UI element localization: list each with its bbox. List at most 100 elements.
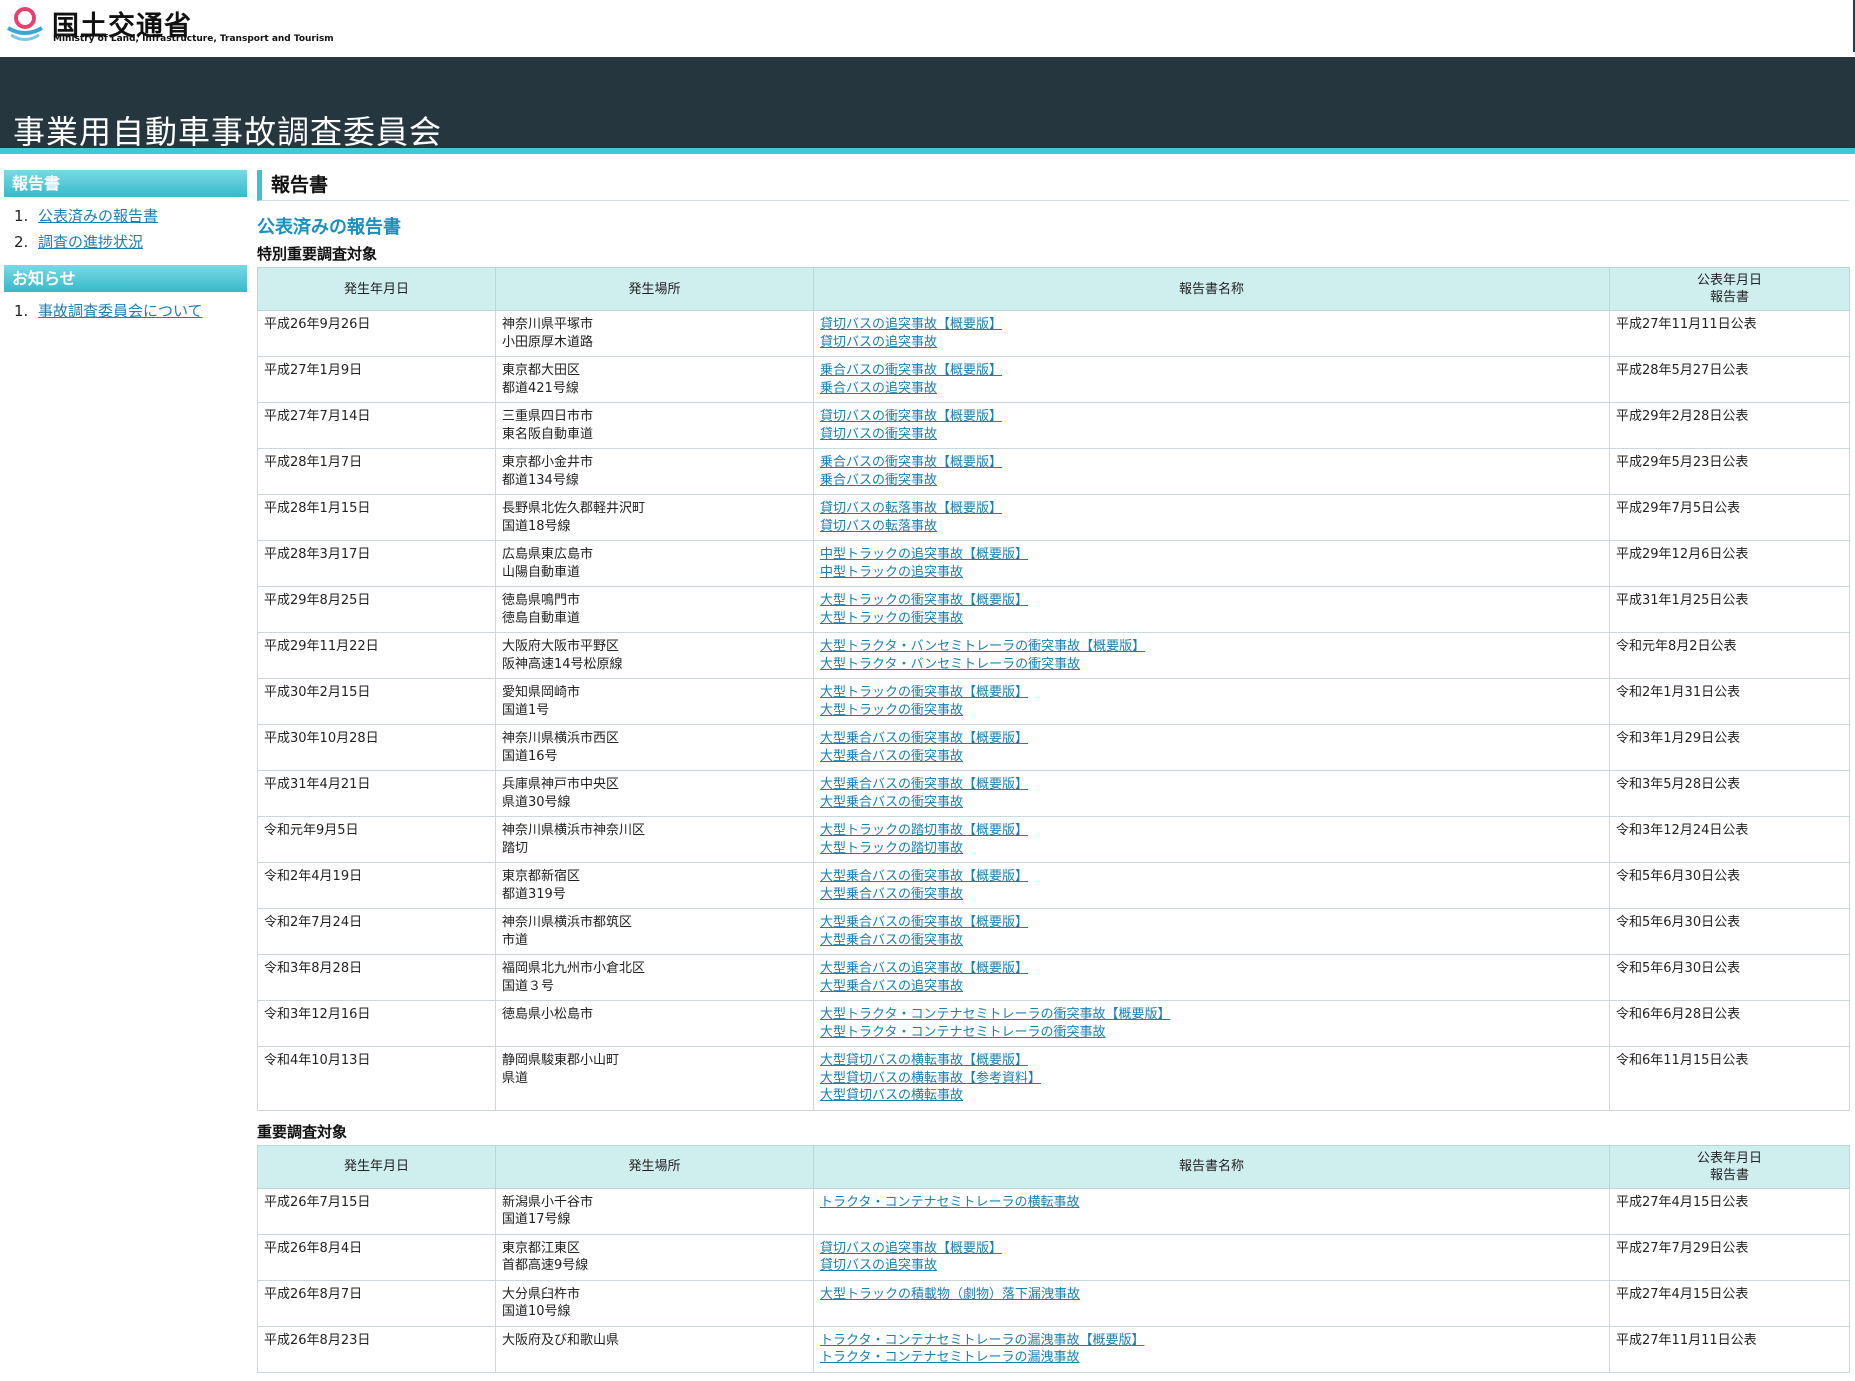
report-link[interactable]: 大型トラクタ・バンセミトレーラの衝突事故【概要版】 — [820, 638, 1603, 656]
sidebar-link[interactable]: 事故調査委員会について — [38, 302, 203, 320]
report-link[interactable]: 大型乗合バスの衝突事故【概要版】 — [820, 730, 1603, 748]
report-link[interactable]: 大型乗合バスの衝突事故 — [820, 794, 1603, 812]
publication-date: 令和2年1月31日公表 — [1609, 678, 1850, 725]
sidebar-list: 1. 公表済みの報告書 2. 調査の進捗状況 — [4, 203, 247, 255]
table-row: 令和3年12月16日 徳島県小松島市 大型トラクタ・コンテナセミトレーラの衝突事故【… — [257, 1000, 1850, 1047]
report-link[interactable]: 大型トラックの衝突事故【概要版】 — [820, 684, 1603, 702]
table-row: 平成29年11月22日 大阪府大阪市平野区 阪神高速14号松原線 大型トラクタ・バンセ… — [257, 632, 1850, 679]
table-row: 平成26年8月7日 大分県臼杵市 国道10号線 大型トラックの積載物（劇物）落下漏洩事… — [257, 1279, 1850, 1327]
report-links: 乗合バスの衝突事故【概要版】 乗合バスの追突事故 — [813, 356, 1610, 403]
occurrence-date: 平成26年8月23日 — [257, 1325, 496, 1373]
report-link[interactable]: 中型トラックの追突事故 — [820, 564, 1603, 582]
report-link[interactable]: 貸切バスの衝突事故 — [820, 426, 1603, 444]
report-link[interactable]: 貸切バスの転落事故【概要版】 — [820, 500, 1603, 518]
occurrence-place: 新潟県小千谷市 国道17号線 — [495, 1187, 814, 1235]
table-row: 令和元年9月5日 神奈川県横浜市神奈川区 踏切 大型トラックの踏切事故【概要版】 大型ト… — [257, 816, 1850, 863]
sidebar-section-heading: お知らせ — [4, 265, 247, 292]
report-link[interactable]: 大型貸切バスの横転事故【概要版】 — [820, 1052, 1603, 1070]
site-header: 国土交通省 Ministry of Land, Infrastructure, … — [0, 0, 1855, 57]
report-link[interactable]: 大型乗合バスの衝突事故【概要版】 — [820, 914, 1603, 932]
occurrence-date: 平成27年7月14日 — [257, 402, 496, 449]
report-links: 大型貸切バスの横転事故【概要版】 大型貸切バスの横転事故【参考資料】 大型貸切バスの… — [813, 1046, 1610, 1111]
report-links: 大型トラクタ・バンセミトレーラの衝突事故【概要版】 大型トラクタ・バンセミトレーラ… — [813, 632, 1610, 679]
sidebar-link[interactable]: 調査の進捗状況 — [38, 233, 143, 251]
report-link[interactable]: 大型トラックの積載物（劇物）落下漏洩事故 — [820, 1286, 1603, 1304]
report-link[interactable]: 貸切バスの追突事故【概要版】 — [820, 316, 1603, 334]
report-link[interactable]: 大型トラックの踏切事故 — [820, 840, 1603, 858]
publication-date: 平成27年11月11日公表 — [1609, 1325, 1850, 1373]
table-row: 平成29年8月25日 徳島県鳴門市 徳島自動車道 大型トラックの衝突事故【概要版】 大型… — [257, 586, 1850, 633]
occurrence-date: 令和3年8月28日 — [257, 954, 496, 1001]
table-row: 平成26年8月4日 東京都江東区 首都高速9号線 貸切バスの追突事故【概要版】 貸切バス… — [257, 1233, 1850, 1281]
report-links: トラクタ・コンテナセミトレーラの横転事故 — [813, 1187, 1610, 1235]
column-header: 公表年月日 報告書 — [1609, 267, 1850, 311]
report-link[interactable]: 大型乗合バスの衝突事故【概要版】 — [820, 776, 1603, 794]
occurrence-place: 福岡県北九州市小倉北区 国道３号 — [495, 954, 814, 1001]
report-link[interactable]: 乗合バスの衝突事故【概要版】 — [820, 454, 1603, 472]
table-row: 平成28年3月17日 広島県東広島市 山陽自動車道 中型トラックの追突事故【概要版】中… — [257, 540, 1850, 587]
report-link[interactable]: 大型乗合バスの追突事故【概要版】 — [820, 960, 1603, 978]
report-link[interactable]: 貸切バスの衝突事故【概要版】 — [820, 408, 1603, 426]
report-links: 大型トラックの衝突事故【概要版】 大型トラックの衝突事故 — [813, 678, 1610, 725]
publication-date: 令和6年6月28日公表 — [1609, 1000, 1850, 1047]
report-link[interactable]: 乗合バスの追突事故 — [820, 380, 1603, 398]
table-section-title: 重要調査対象 — [257, 1122, 348, 1141]
publication-date: 令和3年5月28日公表 — [1609, 770, 1850, 817]
sidebar-item-number: 2. — [14, 233, 29, 251]
report-link[interactable]: 大型トラクタ・コンテナセミトレーラの衝突事故 — [820, 1024, 1603, 1042]
occurrence-place: 東京都大田区 都道421号線 — [495, 356, 814, 403]
publication-date: 平成31年1月25日公表 — [1609, 586, 1850, 633]
report-links: 大型乗合バスの衝突事故【概要版】 大型乗合バスの衝突事故 — [813, 724, 1610, 771]
committee-banner: 事業用自動車事故調査委員会 — [0, 57, 1855, 151]
table-row: 平成30年2月15日 愛知県岡崎市 国道1号 大型トラックの衝突事故【概要版】 大型トラ… — [257, 678, 1850, 725]
report-link[interactable]: 貸切バスの追突事故【概要版】 — [820, 1240, 1603, 1258]
report-link[interactable]: 大型トラックの衝突事故 — [820, 702, 1603, 720]
occurrence-date: 令和4年10月13日 — [257, 1046, 496, 1111]
report-link[interactable]: 大型乗合バスの追突事故 — [820, 978, 1603, 996]
occurrence-place: 神奈川県横浜市西区 国道16号 — [495, 724, 814, 771]
column-header: 発生場所 — [495, 267, 814, 311]
report-link[interactable]: 貸切バスの転落事故 — [820, 518, 1603, 536]
table-row: 平成26年8月23日 大阪府及び和歌山県 トラクタ・コンテナセミトレーラの漏洩事故【… — [257, 1325, 1850, 1373]
report-links: 大型乗合バスの衝突事故【概要版】 大型乗合バスの衝突事故 — [813, 862, 1610, 909]
report-link[interactable]: 乗合バスの衝突事故 — [820, 472, 1603, 490]
report-link[interactable]: 中型トラックの追突事故【概要版】 — [820, 546, 1603, 564]
report-link[interactable]: 大型乗合バスの衝突事故 — [820, 932, 1603, 950]
table-row: 平成26年9月26日 神奈川県平塚市 小田原厚木道路 貸切バスの追突事故【概要版】 貸切… — [257, 310, 1850, 357]
occurrence-date: 平成26年8月7日 — [257, 1279, 496, 1327]
table-row: 平成27年7月14日 三重県四日市市 東名阪自動車道 貸切バスの衝突事故【概要版】 貸切… — [257, 402, 1850, 449]
report-link[interactable]: 大型乗合バスの衝突事故 — [820, 886, 1603, 904]
sidebar-section-heading: 報告書 — [4, 170, 247, 197]
occurrence-place: 長野県北佐久郡軽井沢町 国道18号線 — [495, 494, 814, 541]
report-link[interactable]: 大型トラックの衝突事故【概要版】 — [820, 592, 1603, 610]
report-link[interactable]: トラクタ・コンテナセミトレーラの漏洩事故 — [820, 1349, 1603, 1367]
report-link[interactable]: トラクタ・コンテナセミトレーラの漏洩事故【概要版】 — [820, 1332, 1603, 1350]
occurrence-place: 大阪府大阪市平野区 阪神高速14号松原線 — [495, 632, 814, 679]
report-link[interactable]: 大型貸切バスの横転事故 — [820, 1087, 1603, 1105]
table-row: 平成30年10月28日 神奈川県横浜市西区 国道16号 大型乗合バスの衝突事故【概要版… — [257, 724, 1850, 771]
report-link[interactable]: 乗合バスの衝突事故【概要版】 — [820, 362, 1603, 380]
sidebar-link[interactable]: 公表済みの報告書 — [38, 207, 158, 225]
table-row: 平成28年1月7日 東京都小金井市 都道134号線 乗合バスの衝突事故【概要版】 乗合バ… — [257, 448, 1850, 495]
report-link[interactable]: 大型トラックの衝突事故 — [820, 610, 1603, 628]
report-link[interactable]: 大型乗合バスの衝突事故【概要版】 — [820, 868, 1603, 886]
report-link[interactable]: 貸切バスの追突事故 — [820, 334, 1603, 352]
publication-date: 令和5年6月30日公表 — [1609, 954, 1850, 1001]
occurrence-place: 愛知県岡崎市 国道1号 — [495, 678, 814, 725]
reports-table: 発生年月日 発生場所 報告書名称 公表年月日 報告書 平成26年9月26日 神奈川県平塚市小… — [257, 267, 1850, 1111]
report-link[interactable]: 大型トラクタ・コンテナセミトレーラの衝突事故【概要版】 — [820, 1006, 1603, 1024]
report-links: トラクタ・コンテナセミトレーラの漏洩事故【概要版】 トラクタ・コンテナセミトレーラ… — [813, 1325, 1610, 1373]
publication-date: 令和6年11月15日公表 — [1609, 1046, 1850, 1111]
report-link[interactable]: トラクタ・コンテナセミトレーラの横転事故 — [820, 1194, 1603, 1212]
report-link[interactable]: 大型乗合バスの衝突事故 — [820, 748, 1603, 766]
publication-date: 平成27年7月29日公表 — [1609, 1233, 1850, 1281]
report-link[interactable]: 大型トラクタ・バンセミトレーラの衝突事故 — [820, 656, 1603, 674]
report-links: 貸切バスの追突事故【概要版】 貸切バスの追突事故 — [813, 1233, 1610, 1281]
occurrence-place: 東京都江東区 首都高速9号線 — [495, 1233, 814, 1281]
occurrence-date: 平成30年10月28日 — [257, 724, 496, 771]
sidebar-item-number: 1. — [14, 207, 29, 225]
report-link[interactable]: 貸切バスの追突事故 — [820, 1257, 1603, 1275]
report-link[interactable]: 大型貸切バスの横転事故【参考資料】 — [820, 1070, 1603, 1088]
ministry-logo-icon[interactable] — [6, 4, 44, 46]
report-link[interactable]: 大型トラックの踏切事故【概要版】 — [820, 822, 1603, 840]
